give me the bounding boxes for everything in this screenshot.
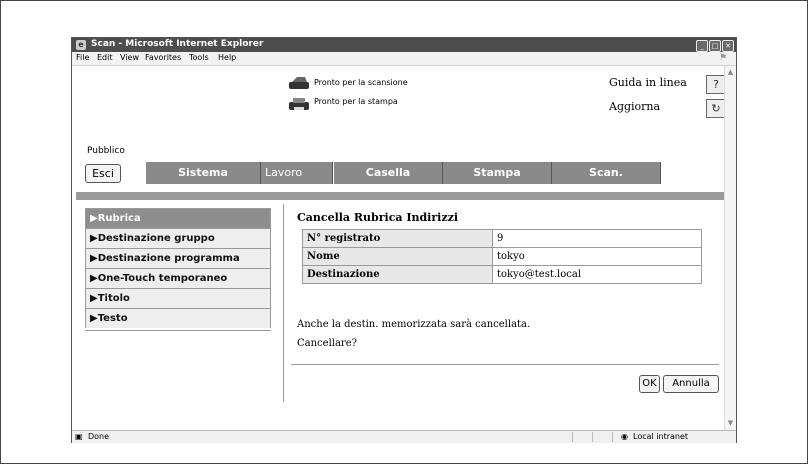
user-mode-label: Pubblico	[87, 146, 125, 156]
browser-window: e Scan - Microsoft Internet Explorer _ □…	[71, 37, 737, 443]
scroll-down-icon[interactable]: ▼	[726, 419, 735, 428]
title-bar: e Scan - Microsoft Internet Explorer _ □…	[72, 38, 736, 52]
ok-button[interactable]: OK	[639, 375, 660, 393]
status-scan-text: Pronto per la scansione	[314, 78, 408, 87]
sidebar-item-testo[interactable]: ▶Testo	[85, 308, 271, 328]
scanner-icon	[289, 77, 309, 89]
status-text: Done	[88, 432, 110, 441]
action-divider	[291, 364, 719, 365]
table-row: N° registrato 9	[302, 229, 702, 248]
row-label: Nome	[302, 247, 493, 266]
tab-divider-bar	[76, 192, 725, 200]
menu-edit[interactable]: Edit	[97, 53, 113, 62]
help-link[interactable]: Guida in linea	[609, 76, 687, 89]
printer-icon	[289, 98, 309, 110]
close-button[interactable]: ✕	[722, 40, 734, 52]
status-print-text: Pronto per la stampa	[314, 97, 398, 106]
menu-file[interactable]: File	[76, 53, 89, 62]
sidebar-item-one-touch-temporaneo[interactable]: ▶One-Touch temporaneo	[85, 268, 271, 288]
refresh-icon[interactable]: ↻	[706, 99, 726, 118]
sidebar-item-destinazione-programma[interactable]: ▶Destinazione programma	[85, 248, 271, 268]
row-label: N° registrato	[302, 229, 493, 248]
row-value: 9	[492, 229, 702, 248]
window-title: Scan - Microsoft Internet Explorer	[91, 39, 264, 49]
status-separator	[592, 432, 593, 442]
table-row: Destinazione tokyo@test.local	[302, 265, 702, 284]
menu-favorites[interactable]: Favorites	[145, 53, 181, 62]
tab-scan[interactable]: Scan.	[552, 162, 661, 184]
confirm-question: Cancellare?	[297, 338, 357, 349]
exit-button[interactable]: Esci	[85, 164, 121, 183]
row-value: tokyo	[492, 247, 702, 266]
menu-bar: File Edit View Favorites Tools Help ⚑	[72, 52, 736, 66]
help-icon[interactable]: ?	[706, 75, 726, 94]
sidebar-item-destinazione-gruppo[interactable]: ▶Destinazione gruppo	[85, 228, 271, 248]
row-value: tokyo@test.local	[492, 265, 702, 284]
row-label: Destinazione	[302, 265, 493, 284]
zone-text: Local intranet	[633, 432, 689, 441]
menu-tools[interactable]: Tools	[189, 53, 209, 62]
address-info-table: N° registrato 9 Nome tokyo Destinazione …	[302, 229, 702, 284]
scroll-up-icon[interactable]: ▲	[726, 68, 735, 77]
cancel-button[interactable]: Annulla	[663, 375, 719, 393]
content-divider	[283, 204, 284, 402]
status-bar: ▣ Done ◉ Local intranet	[72, 430, 736, 443]
warning-message: Anche la destin. memorizzata sarà cancel…	[297, 319, 531, 330]
maximize-button[interactable]: □	[709, 40, 721, 52]
menu-help[interactable]: Help	[218, 53, 236, 62]
table-row: Nome tokyo	[302, 247, 702, 266]
ie-icon: e	[76, 40, 86, 50]
menu-view[interactable]: View	[120, 53, 139, 62]
sidebar-item-rubrica[interactable]: ▶Rubrica	[85, 208, 271, 228]
intranet-icon: ◉	[621, 432, 628, 441]
page-content: Pronto per la scansione Pronto per la st…	[72, 66, 726, 430]
tab-casella[interactable]: Casella	[334, 162, 443, 184]
page-icon: ▣	[75, 432, 83, 441]
refresh-link[interactable]: Aggiorna	[609, 100, 660, 113]
status-separator	[612, 432, 613, 442]
minimize-button[interactable]: _	[696, 40, 708, 52]
vertical-scrollbar[interactable]: ▲ ▼	[724, 66, 736, 430]
tab-lavoro[interactable]: Lavoro	[261, 162, 333, 184]
page-title: Cancella Rubrica Indirizzi	[297, 211, 459, 224]
tab-stampa[interactable]: Stampa	[443, 162, 552, 184]
sidebar-item-titolo[interactable]: ▶Titolo	[85, 288, 271, 308]
windows-logo-icon: ⚑	[718, 53, 728, 63]
tab-sistema[interactable]: Sistema	[146, 162, 261, 184]
sidebar: ▶Rubrica ▶Destinazione gruppo ▶Destinazi…	[85, 208, 271, 331]
status-separator	[572, 432, 573, 442]
